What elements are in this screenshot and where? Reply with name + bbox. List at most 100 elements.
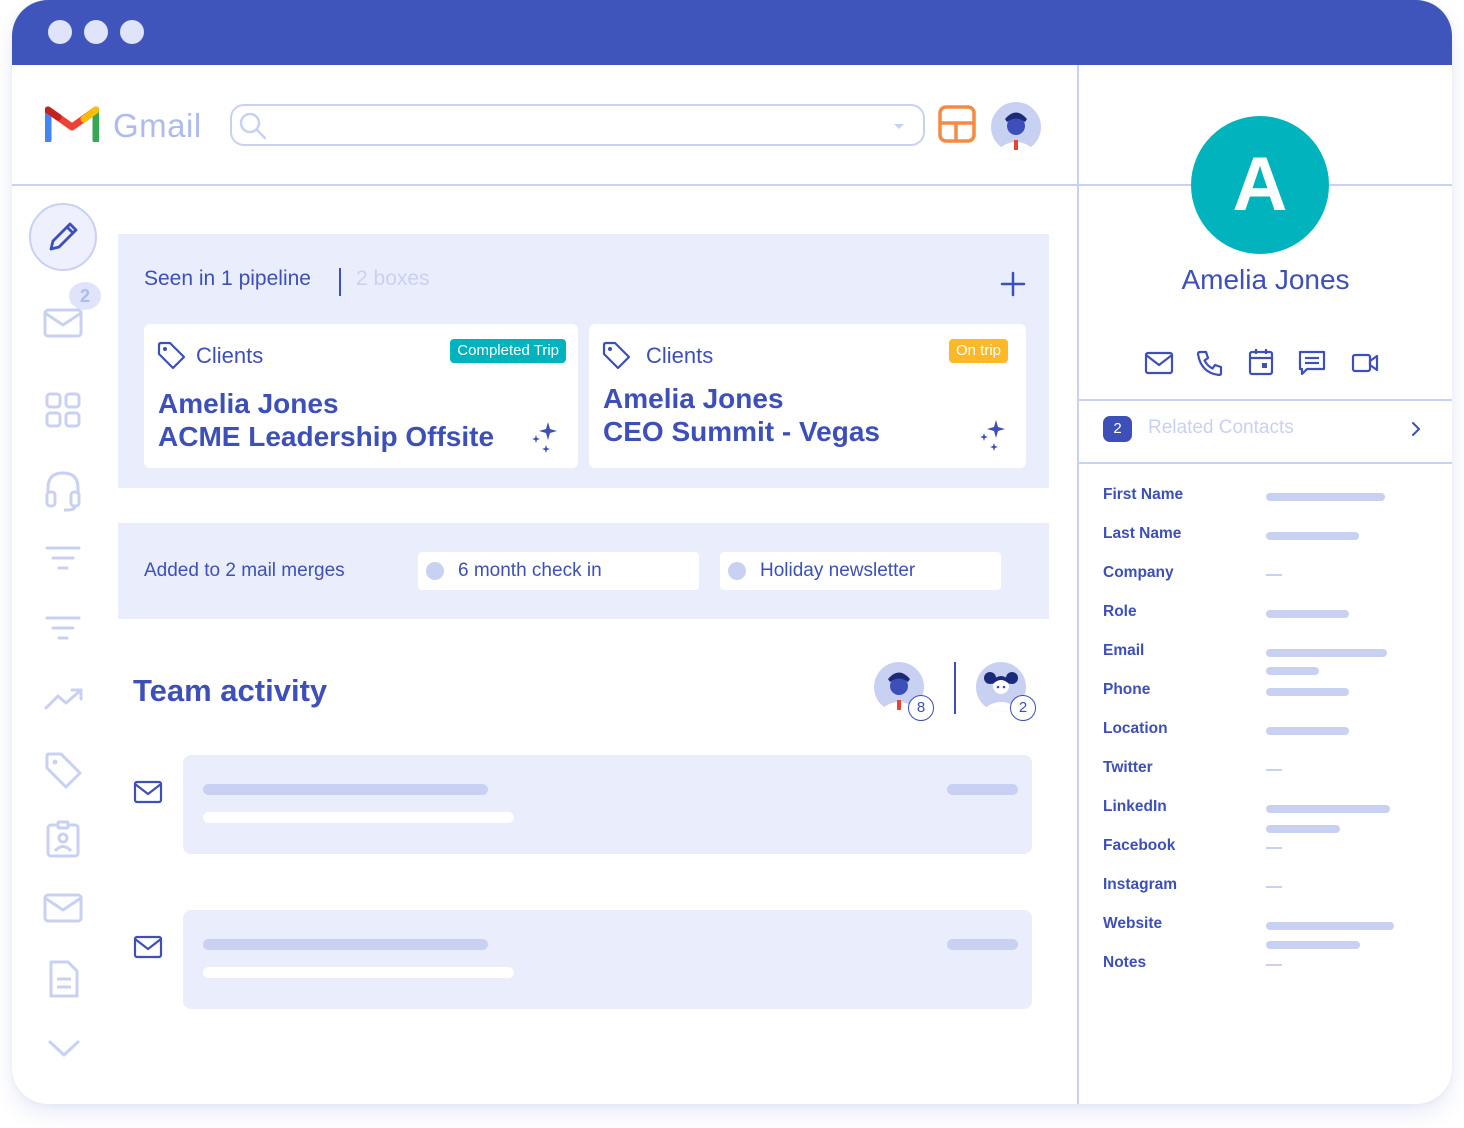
field-value-placeholder[interactable] [1266,688,1349,696]
filter-icon[interactable] [45,545,81,573]
app-window: Gmail 2 Seen in 1 pipeline 2 boxes Clien… [12,0,1452,1104]
phone-icon[interactable] [1196,349,1224,377]
pipeline-box-count[interactable]: 2 boxes [356,267,430,291]
member-activity-count: 8 [908,695,934,721]
field-value-placeholder[interactable] [1266,532,1359,540]
field-value-placeholder[interactable] [1266,649,1387,657]
add-icon[interactable] [1000,271,1026,297]
field-value-placeholder[interactable] [1266,493,1385,501]
pipeline-section: Seen in 1 pipeline 2 boxes Clients Compl… [118,234,1049,488]
field-empty-dash[interactable] [1266,886,1282,888]
tag-icon[interactable] [44,751,84,791]
mail-merge-chip[interactable]: 6 month check in [418,552,699,590]
field-label-company: Company [1103,564,1174,581]
person-avatar-icon [997,112,1035,152]
field-value-placeholder[interactable] [1266,922,1394,930]
document-icon[interactable] [48,959,80,999]
field-empty-dash[interactable] [1266,574,1282,576]
placeholder-line [203,784,488,795]
stage-badge: Completed Trip [450,339,566,363]
contact-name: Amelia Jones [1181,264,1350,295]
field-label-notes: Notes [1103,954,1147,971]
panel-header-divider [1329,184,1452,186]
status-dot [426,562,444,580]
field-empty-dash[interactable] [1266,769,1282,771]
field-value-placeholder[interactable] [1266,805,1390,813]
chevron-right-icon[interactable] [1411,421,1421,437]
panel-header-divider [1079,184,1191,186]
box-title: ACME Leadership Offsite [158,421,495,452]
gmail-logo-icon [45,106,99,142]
gmail-wordmark: Gmail [113,107,202,144]
team-separator [954,662,956,714]
field-label-last-name: Last Name [1103,525,1182,542]
field-label-twitter: Twitter [1103,759,1153,776]
tag-icon [602,341,631,370]
stage-badge: On trip [948,339,1008,363]
mail-merge-chip[interactable]: Holiday newsletter [720,552,1001,590]
pipeline-box-card[interactable]: Clients Completed Trip Amelia Jones ACME… [144,324,578,468]
trend-icon[interactable] [44,686,84,712]
search-icon [239,112,267,140]
field-value-placeholder[interactable] [1266,667,1319,675]
calendar-icon[interactable] [1248,348,1274,376]
field-value-placeholder[interactable] [1266,727,1349,735]
field-label-email: Email [1103,642,1145,659]
field-label-role: Role [1103,603,1137,620]
field-label-first-name: First Name [1103,486,1184,503]
pipeline-box-card[interactable]: Clients On trip Amelia Jones CEO Summit … [589,324,1026,468]
sparkle-icon [980,420,1005,451]
mail-icon[interactable] [43,893,83,923]
window-dot[interactable] [48,20,72,44]
caret-down-icon[interactable] [893,123,905,131]
compose-button[interactable] [29,203,97,271]
window-titlebar [12,0,1452,65]
panel-divider-top [1079,399,1452,401]
placeholder-line [947,939,1018,950]
related-contacts-label[interactable]: Related Contacts [1148,417,1294,439]
search-bar[interactable] [230,104,925,146]
mail-merge-name: Holiday newsletter [760,560,916,581]
mail-merges-section: Added to 2 mail merges 6 month check in … [118,523,1049,619]
panel-divider-bottom [1079,462,1452,464]
field-value-placeholder[interactable] [1266,610,1349,618]
email-icon[interactable] [1144,351,1174,375]
field-value-placeholder[interactable] [1266,941,1360,949]
contact-badge-icon[interactable] [46,820,80,858]
activity-item[interactable] [183,755,1032,854]
placeholder-line [203,967,514,978]
field-label-website: Website [1103,915,1163,932]
pipeline-summary: Seen in 1 pipeline [144,267,311,290]
mail-merge-name: 6 month check in [458,560,602,581]
status-dot [728,562,746,580]
activity-item[interactable] [183,910,1032,1009]
placeholder-line [947,784,1018,795]
field-empty-dash[interactable] [1266,847,1282,849]
window-dot[interactable] [84,20,108,44]
pipeline-separator [339,268,341,296]
pencil-icon [49,222,78,251]
sparkle-icon [532,422,557,453]
placeholder-line [203,939,488,950]
panel-divider [1077,65,1079,1104]
inbox-icon[interactable] [43,308,83,338]
headset-icon[interactable] [44,470,82,512]
pipeline-name: Clients [646,343,714,368]
filter-icon[interactable] [45,615,81,643]
chevron-down-icon[interactable] [48,1040,80,1058]
field-value-placeholder[interactable] [1266,825,1340,833]
layout-toggle-icon[interactable] [938,105,976,143]
field-label-instagram: Instagram [1103,876,1178,893]
team-activity-title: Team activity [133,673,328,708]
field-empty-dash[interactable] [1266,964,1282,966]
field-label-location: Location [1103,720,1168,737]
window-dot[interactable] [120,20,144,44]
grid-icon[interactable] [45,392,81,428]
member-activity-count: 2 [1010,695,1036,721]
box-contact-name: Amelia Jones [158,388,339,419]
message-icon[interactable] [1298,349,1326,377]
video-icon[interactable] [1351,352,1379,374]
contact-avatar: A [1191,116,1329,254]
user-avatar[interactable] [991,102,1041,152]
field-label-linkedin: LinkedIn [1103,798,1167,815]
